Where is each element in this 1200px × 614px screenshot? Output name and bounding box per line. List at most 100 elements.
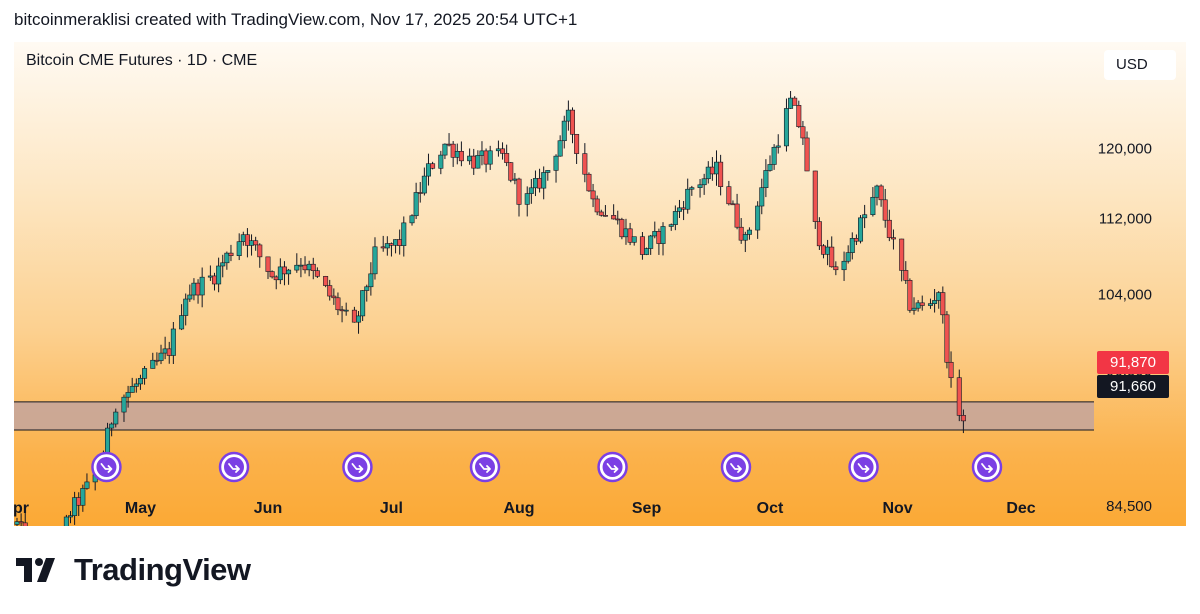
candle-body — [191, 282, 197, 296]
candle-body — [351, 309, 357, 323]
candle — [582, 143, 588, 183]
candle — [129, 377, 135, 393]
candle-body — [454, 151, 460, 158]
time-tick-label: pr — [14, 500, 29, 517]
candle — [627, 222, 633, 246]
candle — [504, 144, 510, 167]
candle-body — [656, 231, 662, 244]
candle — [858, 215, 864, 244]
candle — [541, 166, 547, 200]
candle-body — [306, 263, 312, 271]
candle-body — [475, 155, 481, 169]
candle — [734, 193, 740, 230]
candle — [183, 293, 189, 326]
time-axis[interactable]: pr May Jun Jul Aug Sep Oct Nov Dec — [14, 500, 1036, 517]
candle-body — [314, 270, 320, 277]
candle-body — [532, 178, 538, 189]
candle-body — [199, 276, 205, 296]
candle-body — [602, 215, 608, 217]
candle — [545, 170, 551, 181]
candle-body — [812, 170, 818, 222]
candle — [648, 234, 654, 255]
candle — [685, 178, 691, 214]
candle — [195, 279, 201, 304]
candle-body — [919, 302, 925, 306]
candle-body — [767, 164, 773, 171]
candle — [253, 236, 259, 251]
candle — [705, 161, 711, 184]
candle — [553, 154, 559, 183]
candle — [709, 157, 715, 181]
candle — [323, 275, 329, 288]
candle-body — [886, 219, 892, 238]
candle — [714, 150, 720, 186]
candle-body — [882, 199, 888, 221]
zone-rect — [14, 401, 1094, 431]
candle-body — [619, 219, 625, 238]
price-chart[interactable]: 120,000112,000104,00096,50084,50079,5009… — [14, 42, 1186, 526]
candle — [512, 172, 518, 185]
candle — [833, 261, 839, 276]
candle-body — [109, 423, 115, 429]
candle-body — [162, 348, 168, 354]
chart-area[interactable]: 120,000112,000104,00096,50084,50079,5009… — [14, 42, 1186, 526]
candle — [825, 239, 831, 266]
candle-body — [796, 105, 802, 128]
candle-body — [84, 481, 90, 489]
candle — [207, 265, 213, 281]
candle — [343, 302, 349, 316]
candle — [611, 204, 617, 220]
event-icon — [597, 451, 628, 483]
candle-body — [631, 236, 637, 243]
candle — [421, 167, 427, 196]
candle-body — [207, 275, 213, 278]
candle-body — [471, 155, 477, 169]
candle-body — [788, 97, 794, 109]
candle-body — [845, 252, 851, 262]
candle-body — [689, 187, 695, 190]
candle-body — [783, 108, 789, 147]
candle-body — [277, 266, 283, 281]
candle — [586, 172, 592, 192]
price-tick-label: 104,000 — [1098, 286, 1152, 303]
candle — [561, 115, 567, 149]
candle — [783, 98, 789, 152]
candle — [257, 243, 263, 268]
candle — [528, 179, 534, 204]
candle — [302, 256, 308, 274]
candle — [438, 150, 444, 175]
price-axis[interactable]: 120,000112,000104,00096,50084,50079,5009… — [1097, 140, 1169, 526]
candle — [393, 239, 399, 254]
candle — [84, 473, 90, 490]
candle — [179, 304, 185, 331]
candle — [72, 491, 78, 525]
candle — [187, 284, 193, 302]
candle — [944, 311, 950, 369]
candle — [516, 177, 522, 217]
candle-body — [22, 522, 28, 526]
candle — [212, 272, 218, 291]
candle-body — [561, 120, 567, 142]
candle-body — [804, 137, 810, 172]
candle — [298, 258, 304, 278]
tradingview-brand: TradingView — [16, 552, 251, 588]
candle — [368, 262, 374, 296]
candle-body — [701, 178, 707, 186]
candle-body — [80, 488, 86, 506]
time-tick-label: Jun — [254, 500, 282, 517]
candle-body — [504, 153, 510, 163]
candle-body — [598, 211, 604, 216]
candle — [878, 184, 884, 207]
candle-body — [545, 170, 551, 173]
candle — [413, 182, 419, 220]
candle — [742, 231, 748, 253]
candle-body — [878, 185, 884, 201]
candle — [668, 223, 674, 231]
price-tick-label: 112,000 — [1099, 211, 1152, 228]
candle — [240, 231, 246, 246]
candle — [738, 218, 744, 244]
candle — [804, 131, 810, 172]
candle-body — [228, 252, 234, 256]
time-tick-label: Aug — [503, 500, 534, 517]
currency-button[interactable]: USD — [1104, 50, 1176, 80]
